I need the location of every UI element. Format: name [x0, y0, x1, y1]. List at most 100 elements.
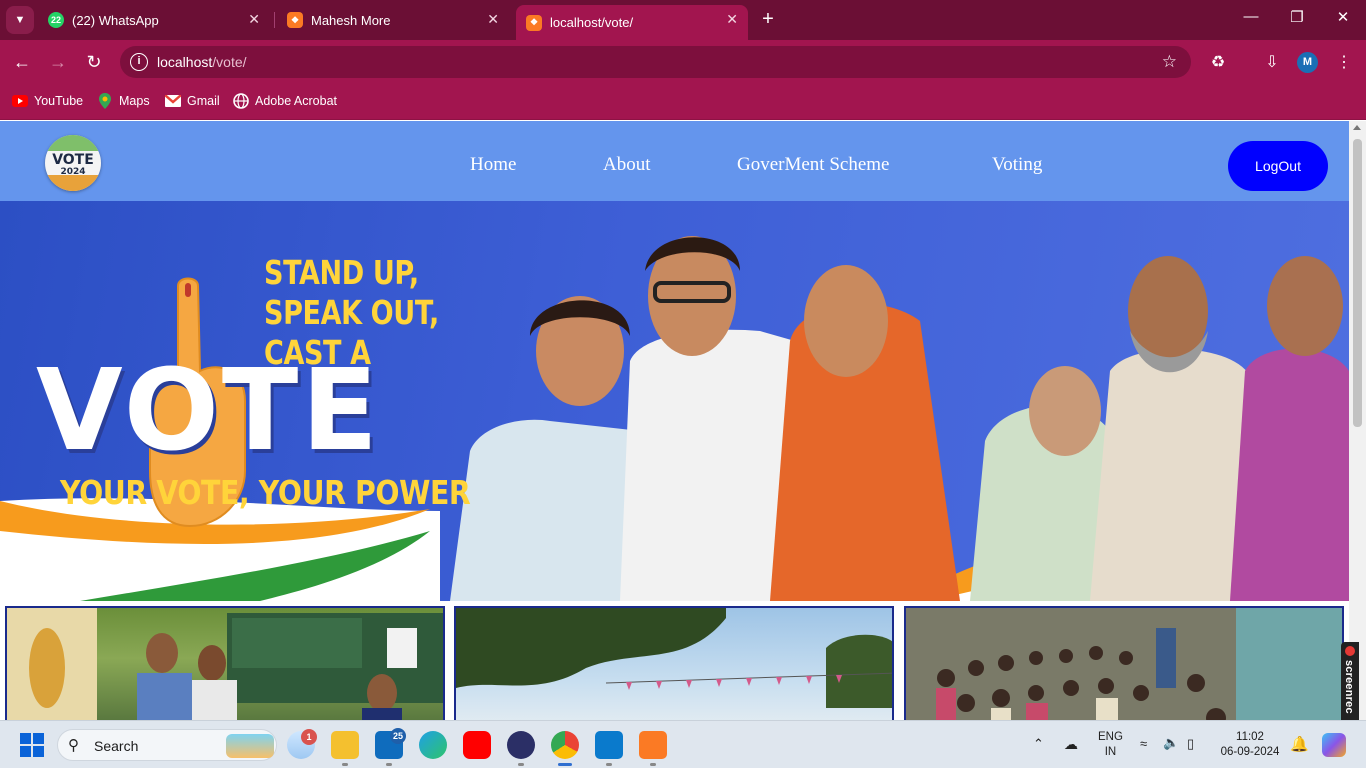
reload-button[interactable]: ↻ — [82, 50, 106, 74]
arrow-left-icon: ← — [13, 52, 31, 72]
show-hidden-icons-chevron-icon[interactable]: ⌃ — [1033, 736, 1044, 752]
nav-about[interactable]: About — [603, 154, 651, 176]
close-icon: ✕ — [1336, 9, 1350, 26]
extensions-icon[interactable]: ♻ — [1207, 52, 1229, 72]
bookmark-label: Maps — [119, 94, 150, 108]
tab-title: localhost/vote/ — [550, 15, 634, 30]
nav-voting[interactable]: Voting — [992, 154, 1042, 176]
bookmark-label: YouTube — [34, 94, 84, 108]
windows-logo-pane — [33, 733, 44, 744]
tab-title: Mahesh More — [311, 12, 391, 28]
gallery-card-polling-officers[interactable] — [5, 606, 445, 720]
language-code: ENG — [1098, 731, 1123, 743]
onedrive-icon[interactable]: ☁ — [1064, 736, 1078, 753]
windows-logo-pane — [20, 733, 31, 744]
bookmarks-bar: YouTube Maps Gmail Adobe Acrobat — [0, 84, 1366, 120]
tab-whatsapp[interactable]: 22 (22) WhatsApp ✕ — [38, 5, 270, 35]
maps-svg — [99, 93, 111, 109]
system-clock[interactable]: 11:02 06-09-2024 — [1218, 730, 1282, 760]
tab-search-button[interactable]: ▼ — [6, 6, 34, 34]
gallery-card-voter-queue[interactable] — [904, 606, 1344, 720]
tab-title: (22) WhatsApp — [72, 12, 159, 28]
forward-button[interactable]: → — [46, 50, 70, 74]
eclipse-icon[interactable] — [507, 731, 535, 759]
bookmark-gmail[interactable]: Gmail — [165, 93, 220, 109]
volume-icon[interactable]: 🔈 — [1163, 735, 1179, 751]
running-indicator — [518, 763, 524, 766]
tab-strip: ▼ 22 (22) WhatsApp ✕ ❖ Mahesh More ✕ ❖ l… — [0, 0, 1366, 40]
search-icon: ⚲ — [68, 737, 79, 754]
clock-time: 11:02 — [1236, 731, 1264, 743]
page-scrollbar[interactable] — [1349, 121, 1366, 720]
scrollbar-thumb[interactable] — [1353, 139, 1362, 427]
close-window-button[interactable]: ✕ — [1328, 8, 1358, 26]
running-indicator — [650, 763, 656, 766]
file-explorer-icon[interactable] — [331, 731, 359, 759]
nav-government-scheme[interactable]: GoverMent Scheme — [737, 154, 889, 176]
logo-band-green — [45, 135, 101, 151]
logo-band-saffron — [45, 175, 101, 191]
running-indicator — [606, 763, 612, 766]
profile-avatar[interactable]: M — [1297, 52, 1318, 73]
bookmark-maps[interactable]: Maps — [97, 93, 150, 109]
notification-bell-icon[interactable]: 🔔 — [1290, 735, 1309, 753]
reload-icon: ↻ — [86, 52, 102, 72]
windows-logo-pane — [33, 746, 44, 757]
taskbar-search[interactable]: ⚲ Search — [57, 729, 277, 761]
tab-mahesh-more[interactable]: ❖ Mahesh More ✕ — [277, 5, 509, 35]
download-icon[interactable]: ⇩ — [1261, 52, 1283, 72]
language-indicator[interactable]: ENG IN — [1098, 730, 1123, 760]
wifi-icon[interactable]: ≈ — [1140, 736, 1147, 751]
page-viewport: VOTE 2024 Home About GoverMent Scheme Vo… — [0, 121, 1349, 720]
chrome-icon[interactable] — [551, 731, 579, 759]
tab-separator — [274, 12, 275, 28]
bookmark-label: Adobe Acrobat — [255, 94, 338, 108]
url-text: localhost/vote/ — [157, 54, 247, 70]
restore-button[interactable]: ❐ — [1282, 8, 1312, 26]
site-info-icon[interactable]: i — [130, 53, 148, 71]
start-button[interactable] — [20, 733, 44, 757]
copilot-icon[interactable] — [1322, 733, 1346, 757]
youtube-app-icon[interactable] — [463, 731, 491, 759]
battery-icon[interactable]: ▯ — [1187, 736, 1194, 752]
xampp-icon: ❖ — [526, 14, 542, 31]
windows-taskbar: ⚲ Search 1 25 ⌃ ☁ ENG IN ≈ 🔈 ▯ 11:02 06-… — [0, 720, 1366, 768]
menu-kebab-icon[interactable]: ⋮ — [1333, 52, 1355, 72]
logo-word: VOTE — [52, 152, 94, 168]
bookmark-label: Gmail — [187, 94, 220, 108]
address-bar[interactable]: i localhost/vote/ ☆ — [120, 46, 1191, 78]
region-code: IN — [1104, 746, 1117, 758]
xampp-app-icon[interactable] — [639, 731, 667, 759]
scroll-up-arrow-icon[interactable] — [1353, 125, 1361, 130]
tab-localhost-vote[interactable]: ❖ localhost/vote/ ✕ — [516, 5, 748, 40]
logout-button[interactable]: LogOut — [1228, 141, 1328, 191]
browser-toolbar: ← → ↻ i localhost/vote/ ☆ ♻ ⇩ M ⋮ — [0, 40, 1366, 84]
gallery-card-decorated-street[interactable] — [454, 606, 894, 720]
close-icon[interactable]: ✕ — [487, 11, 499, 28]
edge-browser-icon[interactable] — [419, 731, 447, 759]
bookmark-youtube[interactable]: YouTube — [12, 93, 83, 109]
chevron-down-icon: ▼ — [14, 14, 26, 26]
screenrec-label: screenrec — [1343, 660, 1355, 714]
restore-icon: ❐ — [1290, 9, 1304, 26]
new-tab-button[interactable]: + — [756, 8, 780, 32]
logo-year: 2024 — [60, 167, 86, 177]
close-icon[interactable]: ✕ — [726, 11, 738, 28]
search-label: Search — [94, 738, 139, 754]
bookmark-star-icon[interactable]: ☆ — [1162, 52, 1177, 72]
weather-badge: 1 — [301, 729, 317, 745]
vote-2024-logo[interactable]: VOTE 2024 — [45, 135, 101, 191]
nav-home[interactable]: Home — [470, 154, 516, 176]
bookmark-adobe-acrobat[interactable]: Adobe Acrobat — [233, 93, 337, 109]
hero-line-2: SPEAK OUT, — [264, 293, 439, 332]
close-icon[interactable]: ✕ — [248, 11, 260, 28]
screenrec-overlay[interactable]: screenrec — [1341, 642, 1359, 732]
minimize-button[interactable]: — — [1236, 8, 1266, 25]
photo-decorated-street — [456, 608, 892, 708]
search-highlight-image — [226, 734, 274, 758]
windows-logo-pane — [20, 746, 31, 757]
person-3-face — [804, 265, 888, 377]
whatsapp-icon: 22 — [48, 12, 64, 28]
back-button[interactable]: ← — [10, 50, 34, 74]
vscode-icon[interactable] — [595, 731, 623, 759]
